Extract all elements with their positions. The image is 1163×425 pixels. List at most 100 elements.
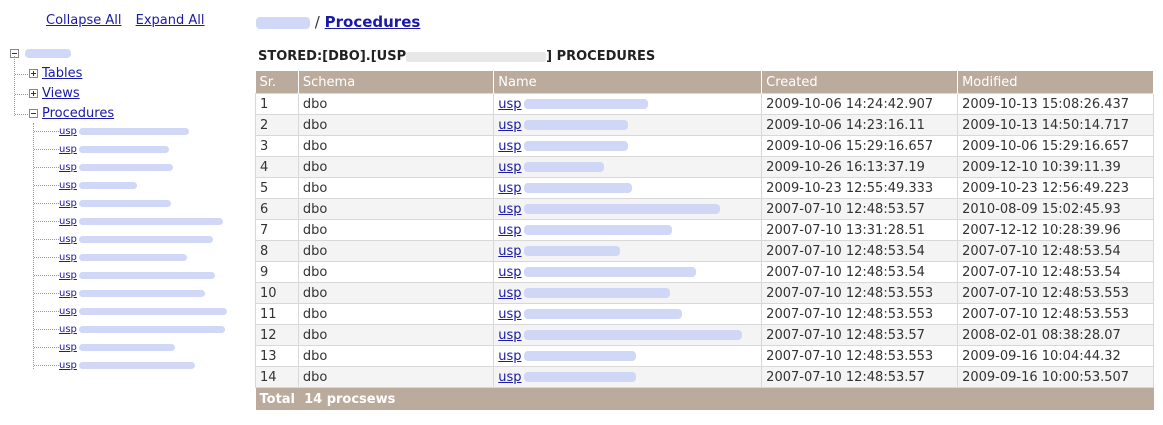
cell-schema: dbo <box>297 345 495 367</box>
redacted-procedure-name <box>523 246 620 256</box>
breadcrumb-procedures-link[interactable]: Procedures <box>325 13 421 31</box>
tree-procedure-link[interactable]: usp <box>59 270 215 281</box>
tree-connector <box>34 274 59 276</box>
procedure-name-link[interactable]: usp <box>498 244 620 259</box>
tree-connector <box>15 114 28 115</box>
cell-name: usp <box>493 93 763 115</box>
cell-created: 2007-07-10 13:31:28.51 <box>761 219 959 241</box>
tree-procedure-link[interactable]: usp <box>59 252 187 263</box>
column-header-name: Name <box>493 71 763 94</box>
cell-schema: dbo <box>297 261 495 283</box>
procedure-name-link[interactable]: usp <box>498 306 682 322</box>
tree-procedure-item[interactable]: usp <box>34 252 187 270</box>
procedure-name-prefix: usp <box>498 369 522 385</box>
redacted-procedure-name <box>523 99 648 109</box>
tree-procedure-link[interactable]: usp <box>59 306 227 317</box>
cell-name: usp <box>493 282 763 304</box>
procedure-name-link[interactable]: usp <box>498 181 632 196</box>
tree-procedure-link[interactable]: usp <box>59 126 189 137</box>
expand-all-link[interactable]: Expand All <box>136 13 205 28</box>
expand-toggle-icon[interactable] <box>29 69 38 78</box>
tree-procedure-item[interactable]: usp <box>34 342 175 360</box>
tree-procedure-link[interactable]: usp <box>59 342 175 353</box>
tree-procedure-link[interactable]: usp <box>59 216 223 227</box>
cell-name: usp <box>493 261 763 283</box>
expand-toggle-icon[interactable] <box>29 89 38 98</box>
procedure-name-link[interactable]: usp <box>498 265 696 280</box>
procedure-name-link[interactable]: usp <box>498 202 720 217</box>
tree-procedure-link[interactable]: usp <box>59 324 225 335</box>
tree-procedure-link[interactable]: usp <box>59 162 173 173</box>
procedure-name-link[interactable]: usp <box>498 328 742 343</box>
tree-procedure-item[interactable]: usp <box>34 198 171 216</box>
tree-procedure-item[interactable]: usp <box>34 288 205 306</box>
tree-procedure-item[interactable]: usp <box>34 216 223 234</box>
redacted-procedure-name <box>523 183 632 193</box>
tree-connector <box>34 130 59 132</box>
procedure-name-link[interactable]: usp <box>498 369 636 385</box>
tree-procedure-item[interactable]: usp <box>34 162 173 180</box>
cell-schema: dbo <box>297 93 495 115</box>
cell-schema: dbo <box>297 156 495 178</box>
procedure-name-link[interactable]: usp <box>498 349 636 364</box>
tree-procedure-item[interactable]: usp <box>34 270 215 288</box>
cell-name: usp <box>493 303 763 325</box>
tree-connector <box>34 364 59 366</box>
tree-procedure-link[interactable]: usp <box>59 234 213 245</box>
procedure-name-link[interactable]: usp <box>498 139 628 154</box>
procedure-name-link[interactable]: usp <box>498 223 672 238</box>
tree-procedure-prefix: usp <box>59 126 77 137</box>
procedure-name-link[interactable]: usp <box>498 97 648 112</box>
cell-created: 2009-10-06 15:29:16.657 <box>761 135 959 157</box>
cell-schema: dbo <box>297 324 495 346</box>
tree-procedure-item[interactable]: usp <box>34 306 227 324</box>
tree-procedure-prefix: usp <box>59 360 77 371</box>
procedure-name-link[interactable]: usp <box>498 286 670 301</box>
procedure-name-link[interactable]: usp <box>498 159 604 175</box>
redacted-procedure-name <box>523 162 604 172</box>
tree-procedure-item[interactable]: usp <box>34 180 137 198</box>
redacted-procedure-name <box>78 163 173 171</box>
table-row: 2 dbo usp 2009-10-06 14:23:16.11 2009-10-13 … <box>255 114 1154 136</box>
procedure-name-prefix: usp <box>498 306 522 322</box>
table-row: 4 dbo usp 2009-10-26 16:13:37.19 2009-12-10 … <box>255 156 1154 178</box>
cell-modified: 2009-10-06 15:29:16.657 <box>957 135 1154 157</box>
tree-procedure-link[interactable]: usp <box>59 198 171 209</box>
tables-link[interactable]: Tables <box>42 66 82 81</box>
table-row: 3 dbo usp 2009-10-06 15:29:16.657 2009-10-06… <box>255 135 1154 157</box>
collapse-toggle-icon[interactable] <box>29 109 38 118</box>
tree-procedure-link[interactable]: usp <box>59 144 169 155</box>
tree-connector <box>34 238 59 240</box>
tree-procedure-item[interactable]: usp <box>34 234 213 252</box>
tree-procedure-prefix: usp <box>59 234 77 245</box>
tree-procedure-prefix: usp <box>59 342 77 353</box>
tree-procedure-item[interactable]: usp <box>34 360 195 378</box>
tree-procedure-link[interactable]: usp <box>59 288 205 299</box>
cell-modified: 2007-12-12 10:28:39.96 <box>957 219 1154 241</box>
redacted-procedure-name <box>523 141 628 151</box>
tree-procedure-item[interactable]: usp <box>34 126 189 144</box>
redacted-database-name[interactable] <box>25 49 71 58</box>
procedures-link[interactable]: Procedures <box>42 106 114 121</box>
redacted-procedure-name <box>78 181 137 189</box>
cell-modified: 2009-10-13 14:50:14.717 <box>957 114 1154 136</box>
tree-connector <box>14 56 15 116</box>
table-row: 13 dbo usp 2007-07-10 12:48:53.553 2009-09-1… <box>255 345 1154 367</box>
tree-procedure-link[interactable]: usp <box>59 360 195 371</box>
cell-sr: 4 <box>255 156 299 178</box>
collapse-all-link[interactable]: Collapse All <box>46 13 122 28</box>
views-link[interactable]: Views <box>42 86 80 101</box>
procedure-name-link[interactable]: usp <box>498 118 628 133</box>
redacted-procedure-name <box>78 253 187 261</box>
redacted-procedure-name <box>78 361 195 369</box>
tree-connector <box>34 148 59 150</box>
tree-procedure-item[interactable]: usp <box>34 324 225 342</box>
tree-procedure-item[interactable]: usp <box>34 144 169 162</box>
redacted-database-link[interactable] <box>256 16 310 29</box>
tree-connector <box>34 184 59 186</box>
tree-procedure-link[interactable]: usp <box>59 180 137 191</box>
procedure-name-prefix: usp <box>498 159 522 175</box>
table-row: 10 dbo usp 2007-07-10 12:48:53.553 2007-07-1… <box>255 282 1154 304</box>
redacted-procedure-name <box>78 199 171 207</box>
cell-modified: 2007-07-10 12:48:53.553 <box>957 282 1154 304</box>
